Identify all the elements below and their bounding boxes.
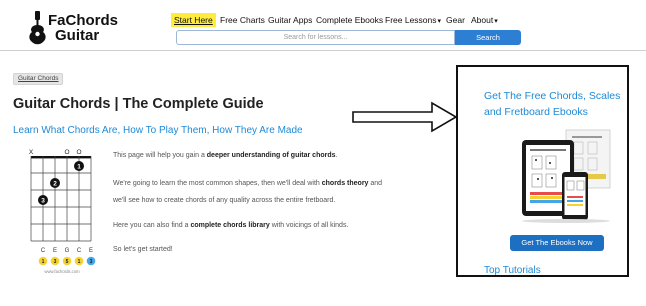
chevron-down-icon: ▾ [437,18,442,25]
intro-paragraph: Here you can also find a complete chords… [113,222,349,229]
nav-guitar-apps[interactable]: Guitar Apps [268,13,312,27]
page-subtitle: Learn What Chords Are, How To Play Them,… [13,125,303,136]
nav-start-here[interactable]: Start Here [171,13,216,27]
intro-paragraph: So let's get started! [113,246,173,253]
note-name: E [89,248,93,254]
muted-string-marker: X [29,149,34,156]
page-title: Guitar Chords | The Complete Guide [13,96,264,112]
diagram-watermark: www.fachords.com [44,269,80,274]
note-name: C [41,248,46,254]
interval-number: 1 [78,259,81,265]
finger-number: 2 [53,180,57,187]
interval-number: 1 [42,259,45,265]
nav-complete-ebooks[interactable]: Complete Ebooks [316,13,383,27]
intro-paragraph: we'll see how to create chords of any qu… [113,197,336,204]
nut [31,156,91,159]
finger-number: 1 [77,163,81,170]
note-name: E [53,248,57,254]
note-name: C [77,248,82,254]
sidebar-heading[interactable]: Get The Free Chords, Scales and Fretboar… [484,88,634,120]
nav-gear[interactable]: Gear [446,13,465,27]
site-logo[interactable]: FaChords Guitar [27,11,119,45]
nav-free-lessons[interactable]: Free Lessons▾ [385,13,441,29]
note-name: G [65,248,70,254]
search-input[interactable]: Search for lessons... [176,30,455,45]
interval-number: 3 [90,259,93,265]
get-ebooks-button[interactable]: Get The Ebooks Now [510,235,604,251]
nav-about[interactable]: About▾ [471,13,498,29]
intro-paragraph: We're going to learn the most common sha… [113,180,383,187]
interval-number: 3 [54,259,57,265]
chevron-down-icon: ▾ [494,18,498,25]
ebook-devices-image [522,129,611,223]
open-string-marker: O [64,149,69,156]
breadcrumb[interactable]: Guitar Chords [13,73,64,85]
ebooks-sidebar-box: Get The Free Chords, Scales and Fretboar… [456,65,629,277]
nav-free-charts[interactable]: Free Charts [220,13,265,27]
header-divider [0,50,646,51]
guitar-icon [29,11,46,45]
logo-line-2: Guitar [55,27,100,44]
c-major-chord-diagram: X O O 1 2 3 C E G C E 1 3 5 1 3 www.fach… [29,149,96,274]
annotation-arrow-icon [352,101,458,133]
top-tutorials-heading: Top Tutorials [484,265,541,276]
logo-line-1: FaChords [48,12,119,29]
intro-paragraph: This page will help you gain a deeper un… [113,152,338,159]
search-bar: Search for lessons... Search [176,30,521,45]
interval-number: 5 [66,259,69,265]
search-button[interactable]: Search [455,30,521,45]
finger-number: 3 [41,197,45,204]
open-string-marker: O [76,149,81,156]
